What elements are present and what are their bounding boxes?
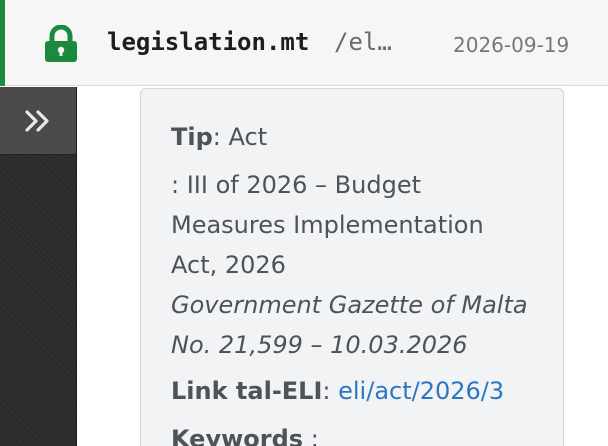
tip-value: : Act [212, 123, 268, 151]
eli-label: Link tal-ELI [171, 377, 323, 405]
eli-link[interactable]: eli/act/2026/3 [338, 377, 504, 405]
site-domain[interactable]: legislation.mt [107, 28, 309, 56]
gazette-line-1: Government Gazette of Malta [171, 291, 528, 319]
double-chevron-right-icon [23, 109, 53, 133]
sidebar [0, 87, 77, 446]
act-title-line-3: Act, 2026 [171, 251, 286, 279]
keywords-separator: : [303, 425, 319, 446]
eli-row: Link tal-ELI: eli/act/2026/3 [171, 371, 504, 411]
act-tooltip: Tip: Act : III of 2026 – Budget Measures… [140, 88, 564, 446]
gazette-line-2: No. 21,599 – 10.03.2026 [171, 331, 468, 359]
url-path[interactable]: /el… [334, 28, 392, 56]
header-accent-bar [0, 0, 5, 86]
lock-icon [43, 24, 79, 63]
keywords-row: Keywords : [171, 419, 319, 446]
header-date: 2026-09-19 [453, 33, 570, 57]
tip-row: Tip: Act [171, 117, 267, 157]
site-header: legislation.mt /el… 2026-09-19 [0, 0, 608, 86]
act-title-line-2: Measures Implementation [171, 211, 484, 239]
tip-label: Tip [171, 123, 213, 151]
eli-separator: : [322, 377, 339, 405]
keywords-label: Keywords [171, 425, 304, 446]
act-title-line-1: : III of 2026 – Budget [171, 171, 421, 199]
sidebar-expand-button[interactable] [0, 87, 76, 155]
